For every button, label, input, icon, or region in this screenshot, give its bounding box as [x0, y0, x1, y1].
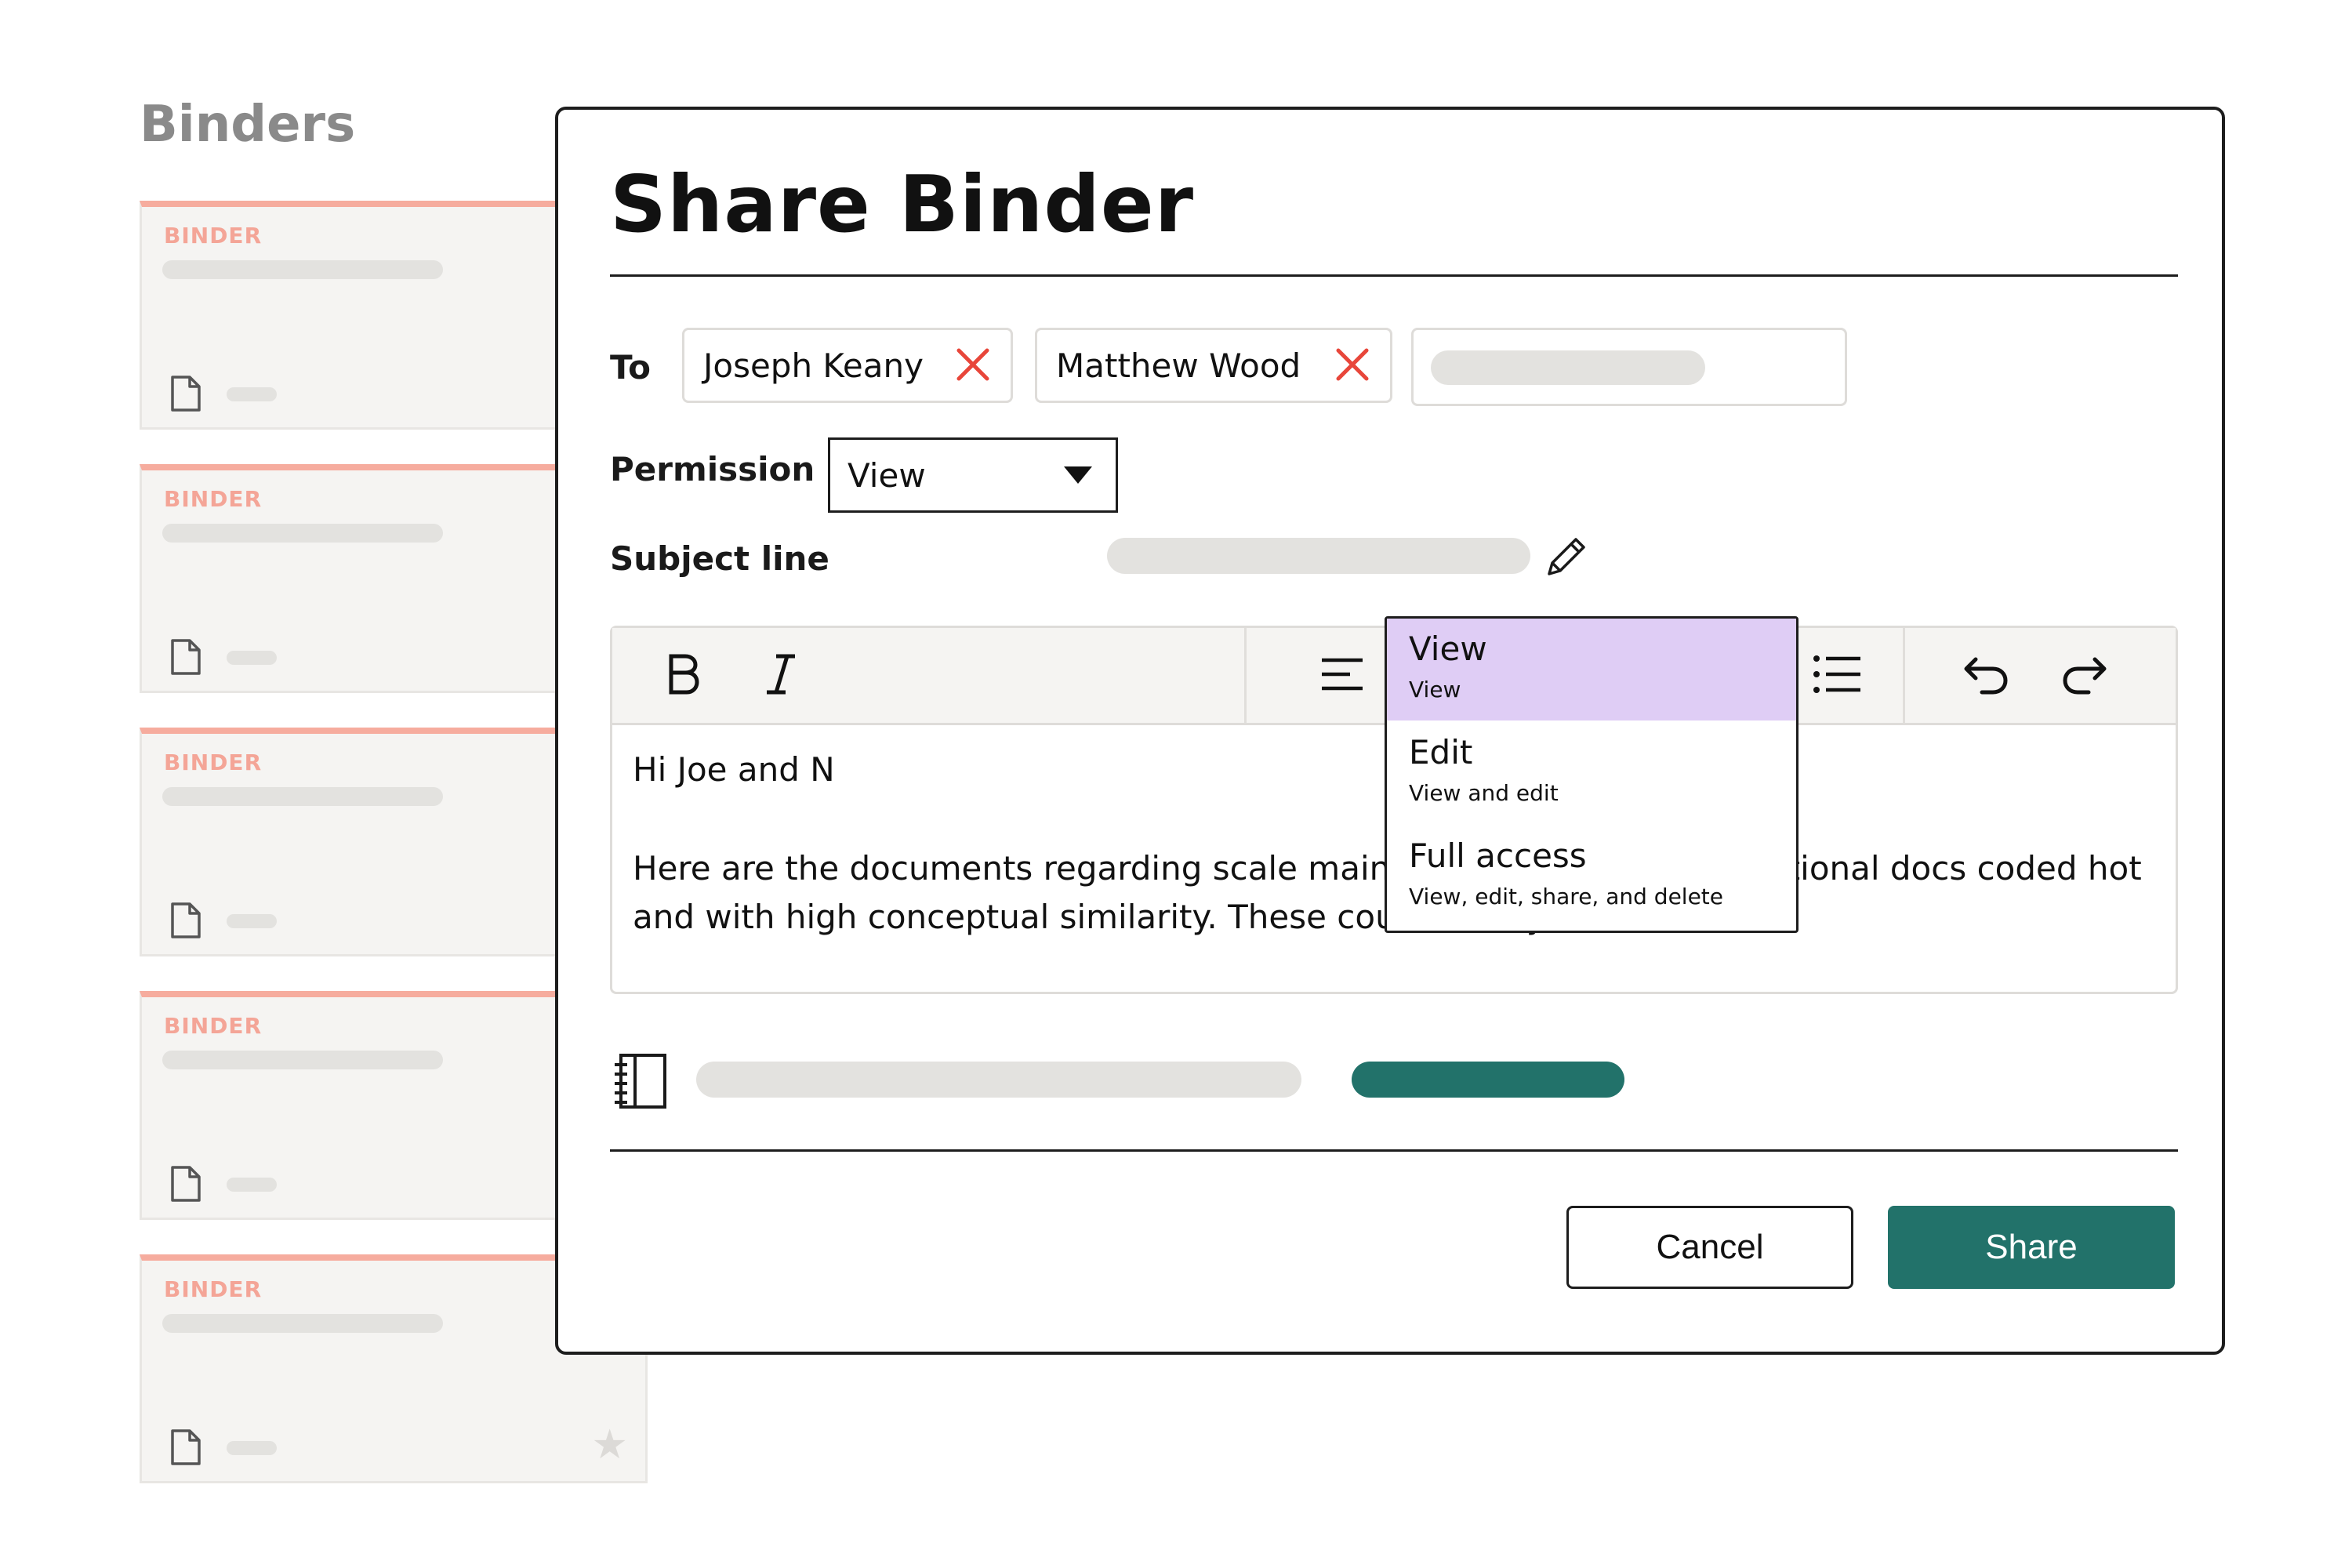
option-title: Edit	[1409, 733, 1473, 771]
option-title: View	[1409, 630, 1487, 668]
binder-card-label: BINDER	[164, 750, 263, 775]
document-icon	[171, 1166, 201, 1202]
align-left-icon[interactable]	[1315, 647, 1370, 702]
binder-card-label: BINDER	[164, 486, 263, 512]
pencil-icon[interactable]	[1543, 532, 1592, 580]
share-binder-dialog: Share Binder To Joseph Keany Matthew Woo…	[555, 107, 2225, 1355]
recipient-name: Joseph Keany	[703, 346, 924, 385]
recipient-placeholder	[1431, 350, 1705, 385]
dialog-title: Share Binder	[610, 158, 1195, 250]
document-icon	[171, 376, 201, 412]
unordered-list-icon[interactable]	[1810, 647, 1865, 702]
permission-option-full-access[interactable]: Full access View, edit, share, and delet…	[1387, 826, 1796, 927]
binder-card-label: BINDER	[164, 1013, 263, 1039]
binder-title-placeholder	[162, 524, 443, 543]
permission-label: Permission	[610, 450, 815, 488]
binder-count-placeholder	[227, 1441, 277, 1455]
subject-line-label: Subject line	[610, 539, 829, 578]
remove-recipient-icon[interactable]	[1334, 346, 1371, 383]
binder-card-label: BINDER	[164, 1276, 263, 1302]
option-description: View, edit, share, and delete	[1409, 884, 1724, 909]
document-icon	[171, 639, 201, 675]
recipient-chip[interactable]: Joseph Keany	[682, 328, 1013, 403]
permission-select-value: View	[848, 456, 926, 495]
binder-title-placeholder	[162, 1314, 443, 1333]
star-icon[interactable]: ★	[591, 1425, 628, 1465]
binder-title-placeholder	[162, 260, 443, 279]
permission-dropdown-menu: View View Edit View and edit Full access…	[1385, 616, 1798, 933]
binder-count-placeholder	[227, 387, 277, 401]
option-title: Full access	[1409, 837, 1587, 875]
binder-count-placeholder	[227, 914, 277, 928]
binder-link-placeholder[interactable]	[1352, 1062, 1624, 1098]
cancel-button[interactable]: Cancel	[1566, 1206, 1853, 1289]
binder-card-label: BINDER	[164, 223, 263, 249]
recipient-name: Matthew Wood	[1056, 346, 1301, 385]
title-divider	[610, 274, 2178, 277]
binder-count-placeholder	[227, 651, 277, 665]
notebook-icon	[615, 1054, 666, 1109]
recipient-input[interactable]	[1411, 328, 1847, 406]
binder-name-placeholder	[696, 1062, 1301, 1098]
document-icon	[171, 902, 201, 938]
option-description: View	[1409, 677, 1461, 702]
document-icon	[171, 1429, 201, 1465]
binder-title-placeholder	[162, 787, 443, 806]
share-button[interactable]: Share	[1888, 1206, 2175, 1289]
permission-select[interactable]: View	[828, 437, 1118, 513]
subject-line-placeholder[interactable]	[1107, 538, 1530, 574]
permission-option-view[interactable]: View View	[1387, 619, 1796, 720]
redo-icon[interactable]	[2056, 647, 2111, 702]
binders-title: Binders	[140, 96, 356, 154]
to-label: To	[610, 348, 651, 387]
caret-down-icon	[1064, 466, 1092, 484]
undo-icon[interactable]	[1959, 647, 2014, 702]
binder-title-placeholder	[162, 1051, 443, 1069]
binder-count-placeholder	[227, 1178, 277, 1192]
remove-recipient-icon[interactable]	[954, 346, 992, 383]
recipient-chip[interactable]: Matthew Wood	[1035, 328, 1392, 403]
bold-icon[interactable]	[656, 647, 711, 702]
permission-option-edit[interactable]: Edit View and edit	[1387, 722, 1796, 824]
italic-icon[interactable]	[753, 647, 808, 702]
footer-divider	[610, 1149, 2178, 1152]
option-description: View and edit	[1409, 780, 1559, 806]
